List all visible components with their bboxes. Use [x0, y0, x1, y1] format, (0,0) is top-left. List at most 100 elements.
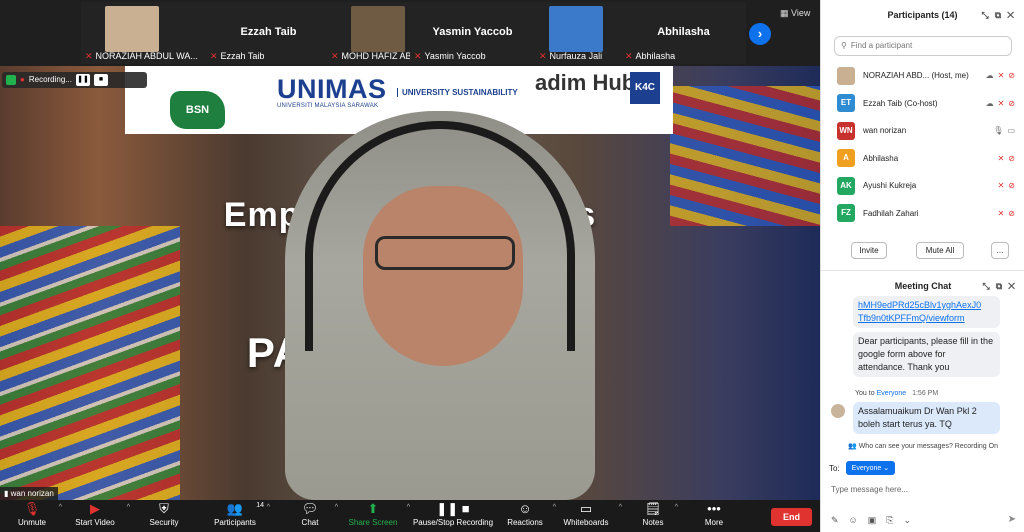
participant-tile-label: ✕ Ezzah Taib: [210, 51, 265, 61]
mic-muted-icon[interactable]: ✕: [998, 71, 1009, 80]
more-icon[interactable]: ⌄: [903, 515, 921, 525]
reactions-button[interactable]: ☺ Reactions ^: [504, 500, 556, 532]
more-options-button[interactable]: ...: [991, 242, 1009, 259]
chat-label: Chat: [301, 518, 319, 527]
speaker-name: wan norizan: [10, 489, 54, 498]
mic-muted-icon[interactable]: ✕: [998, 99, 1009, 108]
stop-recording-icon[interactable]: ■: [93, 74, 108, 86]
chat-messages: hMH9edPRd25cBlv1yghAexJ0 Tfb9n0tKPFFmQ/v…: [821, 296, 1024, 438]
participant-tile[interactable]: Yasmin Yaccob ✕ Yasmin Yaccob: [410, 2, 535, 64]
notes-icon: 🗒︎: [644, 501, 662, 516]
chevron-up-icon[interactable]: ^: [59, 504, 62, 511]
mic-muted-icon[interactable]: ✕: [998, 181, 1009, 190]
emoji-icon[interactable]: ☺: [849, 515, 868, 525]
share-screen-button[interactable]: ⬆ Share Screen ^: [346, 500, 410, 532]
security-label: Security: [149, 518, 179, 527]
popout-icon[interactable]: ⧉: [995, 10, 1007, 20]
reactions-label: Reactions: [507, 518, 543, 527]
recipient-dropdown[interactable]: Everyone ⌄: [845, 461, 896, 475]
video-off-icon[interactable]: ⊘: [1008, 71, 1019, 80]
participant-actions: Invite Mute All ...: [821, 240, 1024, 260]
participant-row[interactable]: NORAZIAH ABD... (Host, me) ☁✕⊘: [821, 62, 1024, 90]
next-page-arrow-icon[interactable]: ›: [749, 23, 771, 45]
search-placeholder: Find a participant: [850, 41, 913, 50]
participant-tile[interactable]: Ezzah Taib ✕ Ezzah Taib: [206, 2, 331, 64]
chat-sender: You to: [855, 390, 875, 397]
cloud-icon: ☁: [985, 71, 998, 80]
participant-name: Abhilasha: [863, 153, 899, 163]
video-off-icon: ▶︎: [90, 501, 100, 516]
collapse-icon[interactable]: ⤡: [982, 10, 995, 20]
chat-privacy-note[interactable]: 👥 Who can see your messages? Recording O…: [821, 438, 1024, 456]
participant-tile-name: Abhilasha: [657, 26, 710, 38]
participant-row[interactable]: A Abhilasha ✕⊘: [821, 145, 1024, 173]
chat-link-message[interactable]: hMH9edPRd25cBlv1yghAexJ0 Tfb9n0tKPFFmQ/v…: [853, 296, 1000, 328]
video-off-icon[interactable]: ⊘: [1008, 209, 1019, 218]
pause-recording-icon[interactable]: ❚❚: [75, 74, 90, 86]
mic-muted-icon[interactable]: ✕: [998, 209, 1009, 218]
invite-button[interactable]: Invite: [851, 242, 887, 259]
participant-photo: [105, 6, 159, 52]
participant-row[interactable]: FZ Fadhilah Zahari ✕⊘: [821, 200, 1024, 228]
participant-tile[interactable]: Abhilasha ✕ Abhilasha: [621, 2, 746, 64]
file-icon[interactable]: ⎘: [886, 515, 903, 525]
mic-on-icon[interactable]: 🎙︎: [993, 126, 1007, 135]
screenshot-icon[interactable]: ▣: [868, 515, 887, 525]
more-dots-icon: •••: [707, 501, 721, 516]
participant-row[interactable]: ET Ezzah Taib (Co-host) ☁✕⊘: [821, 90, 1024, 118]
popout-icon[interactable]: ⧉: [996, 281, 1008, 291]
participant-list: NORAZIAH ABD... (Host, me) ☁✕⊘ ET Ezzah …: [821, 62, 1024, 232]
video-off-icon[interactable]: ⊘: [1008, 181, 1019, 190]
chevron-up-icon[interactable]: ^: [553, 504, 556, 511]
chevron-up-icon[interactable]: ^: [267, 504, 270, 511]
participant-photo: [351, 6, 405, 52]
video-off-icon[interactable]: ⊘: [1008, 154, 1019, 163]
chat-recipient-selector: To: Everyone ⌄: [829, 461, 896, 475]
pause-recording-label: Pause/Stop Recording: [412, 518, 494, 527]
chat-button[interactable]: 💬︎ Chat ^: [292, 500, 338, 532]
chat-message-input[interactable]: Type message here...: [831, 485, 908, 494]
chevron-up-icon[interactable]: ^: [335, 504, 338, 511]
format-icon[interactable]: ✎: [831, 515, 849, 525]
participant-tile-label: ✕ Abhilasha: [625, 51, 676, 61]
collapse-icon[interactable]: ⤡: [983, 281, 996, 291]
close-icon[interactable]: ✕: [1008, 281, 1021, 291]
participant-name: wan norizan: [863, 126, 907, 136]
start-video-button[interactable]: ▶︎ Start Video ^: [70, 500, 130, 532]
to-label: To:: [829, 463, 840, 473]
security-button[interactable]: ⛨ Security: [144, 500, 184, 532]
share-screen-icon: ⬆: [367, 501, 379, 516]
close-icon[interactable]: ✕: [1007, 10, 1020, 20]
participant-row[interactable]: WN wan norizan 🎙︎▭: [821, 117, 1024, 145]
mic-muted-icon: ✕: [331, 51, 339, 61]
participants-button[interactable]: 👥 14 Participants ^: [210, 500, 270, 532]
chevron-up-icon[interactable]: ^: [127, 504, 130, 511]
meeting-main-area: ✕ NORAZIAH ABDUL WA... Ezzah Taib ✕ Ezzah …: [0, 0, 820, 532]
chevron-up-icon[interactable]: ^: [675, 504, 678, 511]
view-button[interactable]: ▦ View: [780, 8, 810, 19]
avatar: [837, 66, 855, 85]
whiteboards-button[interactable]: ▭ Whiteboards ^: [560, 500, 622, 532]
avatar: [831, 404, 845, 418]
send-icon[interactable]: ➤: [1008, 514, 1016, 525]
end-meeting-button[interactable]: End: [771, 508, 812, 526]
recording-label: Recording...: [28, 75, 72, 84]
mute-all-button[interactable]: Mute All: [916, 242, 964, 259]
participants-label: Participants: [214, 518, 256, 527]
more-button[interactable]: ••• More: [700, 500, 728, 532]
unmute-button[interactable]: 🎙︎ Unmute ^: [12, 500, 62, 532]
video-icon[interactable]: ▭: [1007, 126, 1019, 135]
video-off-icon[interactable]: ⊘: [1008, 99, 1019, 108]
participant-name: Ayushi Kukreja: [863, 181, 917, 191]
pause-stop-recording-button[interactable]: ❚❚ ■ Pause/Stop Recording: [410, 500, 496, 532]
chevron-up-icon[interactable]: ^: [619, 504, 622, 511]
participant-tile-name: Ezzah Taib: [240, 26, 297, 38]
mic-muted-icon: ✕: [539, 51, 547, 61]
participant-row[interactable]: AK Ayushi Kukreja ✕⊘: [821, 172, 1024, 200]
unimas-logo-subtitle: UNIVERSITI MALAYSIA SARAWAK: [277, 103, 379, 109]
notes-button[interactable]: 🗒︎ Notes ^: [638, 500, 678, 532]
participant-search-input[interactable]: ⚲ Find a participant: [834, 36, 1012, 56]
participant-tile[interactable]: ✕ NORAZIAH ABDUL WA...: [81, 2, 206, 64]
mic-muted-icon[interactable]: ✕: [998, 154, 1009, 163]
chat-icon: 💬︎: [301, 501, 319, 516]
